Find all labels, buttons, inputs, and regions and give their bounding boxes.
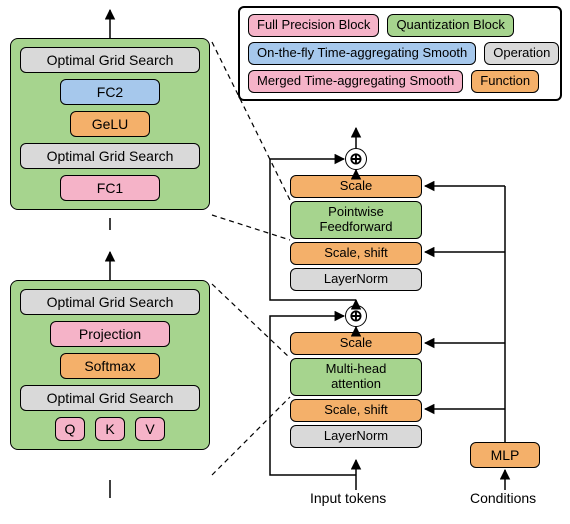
k-block: K (95, 417, 125, 441)
ogs-block: Optimal Grid Search (20, 143, 200, 169)
legend-onfly-smooth: On-the-fly Time-aggregating Smooth (248, 42, 476, 65)
qkv-row: Q K V (55, 417, 165, 441)
upper-block-stack: Scale Pointwise Feedforward Scale, shift… (290, 175, 422, 291)
v-block: V (135, 417, 165, 441)
conditions-label: Conditions (470, 490, 536, 506)
mlp-block: MLP (470, 442, 540, 468)
feedforward-detail-panel: Optimal Grid Search FC2 GeLU Optimal Gri… (10, 38, 210, 210)
q-block: Q (55, 417, 85, 441)
legend-row-2: On-the-fly Time-aggregating Smooth Opera… (248, 42, 552, 65)
add-op-lower: ⊕ (345, 305, 367, 327)
legend-function: Function (471, 70, 539, 93)
mha-block: Multi-head attention (290, 358, 422, 396)
ogs-block: Optimal Grid Search (20, 289, 200, 315)
lower-block-stack: Scale Multi-head attention Scale, shift … (290, 332, 422, 448)
fc1-block: FC1 (60, 175, 160, 201)
gelu-block: GeLU (70, 111, 150, 137)
scale-shift-block: Scale, shift (290, 399, 422, 422)
layernorm-block: LayerNorm (290, 268, 422, 291)
legend-quantization: Quantization Block (387, 14, 513, 37)
ogs-block: Optimal Grid Search (20, 47, 200, 73)
legend-operation: Operation (484, 42, 559, 65)
ogs-block: Optimal Grid Search (20, 385, 200, 411)
add-op-upper: ⊕ (345, 148, 367, 170)
scale-block: Scale (290, 175, 422, 198)
softmax-block: Softmax (60, 353, 160, 379)
fc2-block: FC2 (60, 79, 160, 105)
scale-block: Scale (290, 332, 422, 355)
attention-detail-panel: Optimal Grid Search Projection Softmax O… (10, 280, 210, 450)
legend-box: Full Precision Block Quantization Block … (238, 6, 562, 101)
legend-merged-smooth: Merged Time-aggregating Smooth (248, 70, 463, 93)
projection-block: Projection (50, 321, 170, 347)
legend-row-3: Merged Time-aggregating Smooth Function (248, 70, 552, 93)
legend-row-1: Full Precision Block Quantization Block (248, 14, 552, 37)
layernorm-block: LayerNorm (290, 425, 422, 448)
input-tokens-label: Input tokens (310, 490, 386, 506)
legend-full-precision: Full Precision Block (248, 14, 379, 37)
scale-shift-block: Scale, shift (290, 242, 422, 265)
pointwise-ff-block: Pointwise Feedforward (290, 201, 422, 239)
